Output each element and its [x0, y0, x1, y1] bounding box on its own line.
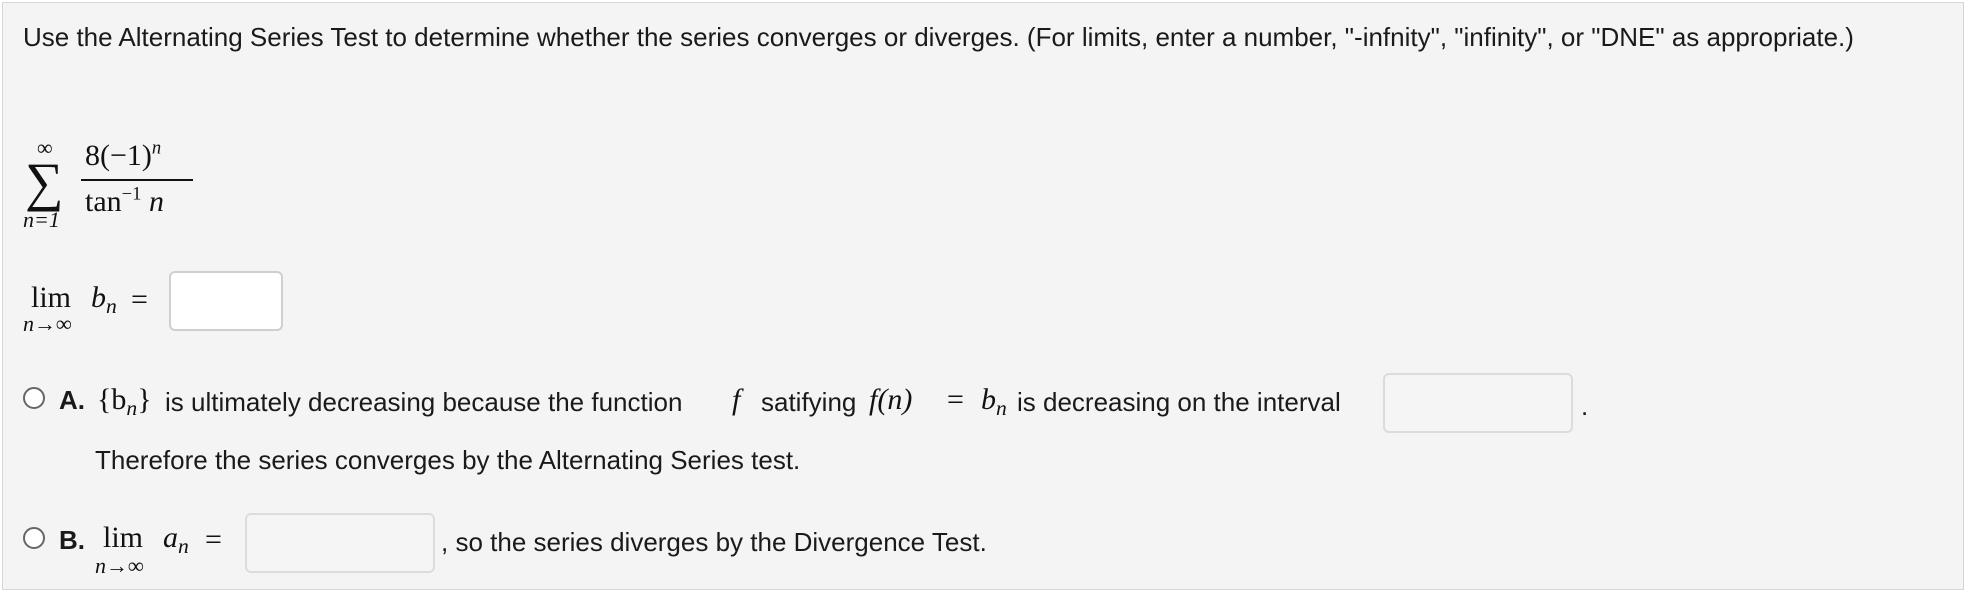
option-b-lim-subscript: n→∞: [95, 553, 144, 578]
bn-term: bn: [91, 281, 117, 319]
lim-subscript: n→∞: [23, 311, 72, 336]
option-b-an: an: [163, 521, 189, 559]
fraction-bar: [81, 179, 193, 181]
option-a-bn: bn: [981, 383, 1007, 421]
option-a-equals: =: [947, 383, 964, 416]
limit-bn-input[interactable]: [169, 271, 283, 331]
equals-sign: =: [131, 283, 148, 316]
option-a-f: f: [732, 383, 741, 416]
sigma-symbol: ∑: [25, 152, 64, 212]
limit-an-input[interactable]: [245, 513, 435, 573]
option-b-text: , so the series diverges by the Divergen…: [441, 527, 987, 557]
option-a-text-2: satifying: [761, 387, 857, 417]
option-b-lim: lim: [103, 521, 144, 554]
option-a-radio[interactable]: [23, 387, 45, 409]
option-a-text-3: is decreasing on the interval: [1017, 387, 1341, 417]
option-a-conclusion: Therefore the series converges by the Al…: [95, 445, 801, 475]
option-a-f-of-n: f(n): [869, 383, 913, 416]
option-a-sequence: {bn}: [97, 383, 152, 421]
option-a-letter: A.: [59, 385, 85, 415]
option-a-text-1: is ultimately decreasing because the fun…: [165, 387, 683, 417]
lim-label: lim: [31, 281, 72, 314]
option-a-period: .: [1581, 391, 1589, 421]
series-numerator: 8(−1)n: [85, 137, 162, 172]
option-b-equals: =: [205, 523, 222, 556]
option-b-letter: B.: [59, 525, 85, 555]
series-denominator: tan−1 n: [85, 183, 164, 218]
question-prompt: Use the Alternating Series Test to deter…: [23, 22, 1854, 52]
sum-lower-limit: n=1: [23, 207, 60, 232]
interval-input[interactable]: [1383, 373, 1573, 433]
question-panel: Use the Alternating Series Test to deter…: [2, 2, 1964, 590]
option-b-radio[interactable]: [23, 527, 45, 549]
